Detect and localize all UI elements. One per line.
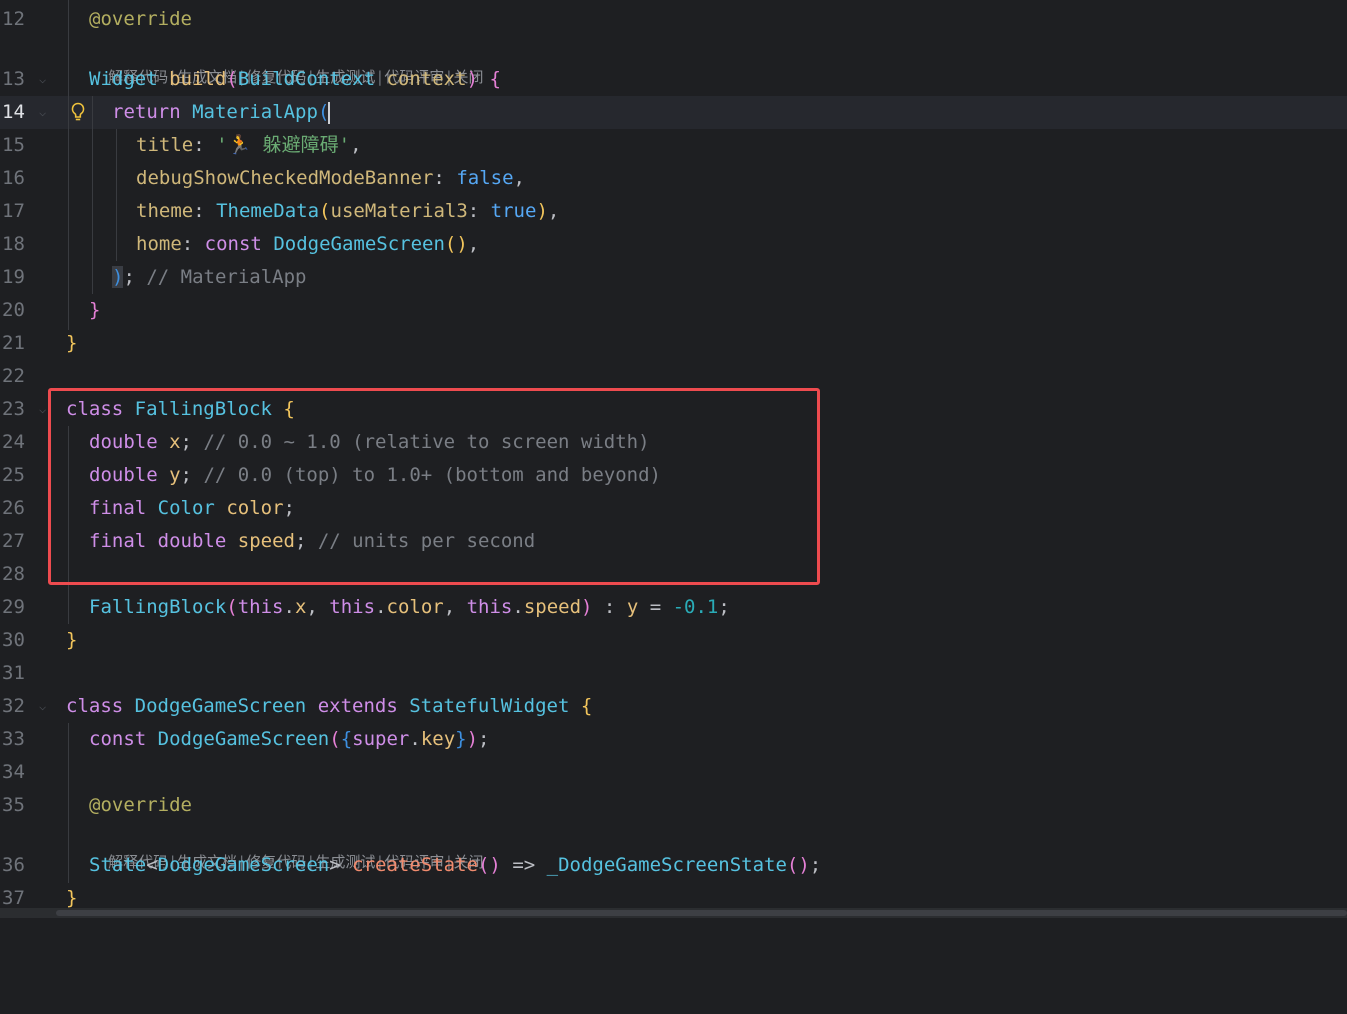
line-number: 17 bbox=[2, 200, 25, 222]
line-number: 22 bbox=[2, 365, 25, 387]
annotation: @override bbox=[89, 794, 192, 816]
line-number: 35 bbox=[2, 794, 25, 816]
text-caret bbox=[328, 101, 331, 124]
fold-chevron-icon[interactable]: ⌵ bbox=[39, 63, 53, 96]
code-editor[interactable]: 12 @override 解释代码 | 生成文档 | 修复代码 | 生成测试 | 代码评审 | 关闭… bbox=[0, 0, 1347, 918]
line-number: 18 bbox=[2, 233, 25, 255]
horizontal-scrollbar[interactable] bbox=[0, 908, 1347, 918]
annotation: @override bbox=[89, 8, 192, 30]
code-line-17[interactable]: 17 theme: ThemeData(useMaterial3: true), bbox=[0, 195, 1347, 228]
indent-guide bbox=[68, 723, 69, 883]
line-number: 23 bbox=[2, 398, 25, 420]
code-line-32[interactable]: 32 ⌵ class DodgeGameScreen extends State… bbox=[0, 690, 1347, 723]
line-number: 29 bbox=[2, 596, 25, 618]
line-number: 15 bbox=[2, 134, 25, 156]
code-line-30[interactable]: 30 } bbox=[0, 624, 1347, 657]
code-vision-hint[interactable]: 解释代码 | 生成文档 | 修复代码 | 生成测试 | 代码评审 | 关闭 bbox=[89, 37, 483, 86]
code-vision-hint[interactable]: 解释代码 | 生成文档 | 修复代码 | 生成测试 | 代码评审 | 关闭 bbox=[89, 822, 483, 871]
line-number: 16 bbox=[2, 167, 25, 189]
code-line-35[interactable]: 35 @override bbox=[0, 789, 1347, 822]
code-line-31[interactable]: 31 bbox=[0, 657, 1347, 690]
line-number: 25 bbox=[2, 464, 25, 486]
indent-guide bbox=[68, 0, 69, 330]
indent-guide bbox=[116, 129, 117, 261]
line-number: 26 bbox=[2, 497, 25, 519]
indent-guide bbox=[92, 96, 93, 294]
line-number: 30 bbox=[2, 629, 25, 651]
line-number: 27 bbox=[2, 530, 25, 552]
line-number: 20 bbox=[2, 299, 25, 321]
code-line-12[interactable]: 12 @override bbox=[0, 3, 1347, 36]
code-line-14[interactable]: 14 ⌵ return MaterialApp( bbox=[0, 96, 1347, 129]
line-number: 36 bbox=[2, 854, 25, 876]
code-line-21[interactable]: 21 } bbox=[0, 327, 1347, 360]
code-line-16[interactable]: 16 debugShowCheckedModeBanner: false, bbox=[0, 162, 1347, 195]
highlight-box bbox=[48, 388, 820, 585]
code-line-13[interactable]: 13 ⌵ Widget build(BuildContext context) … bbox=[0, 63, 1347, 96]
code-line-36[interactable]: 36 State<DodgeGameScreen> createState() … bbox=[0, 849, 1347, 882]
line-number: 34 bbox=[2, 761, 25, 783]
code-line-19[interactable]: 19 ); // MaterialApp bbox=[0, 261, 1347, 294]
fold-chevron-icon[interactable]: ⌵ bbox=[39, 690, 53, 723]
line-number: 21 bbox=[2, 332, 25, 354]
lightbulb-icon[interactable] bbox=[66, 100, 90, 124]
line-number: 28 bbox=[2, 563, 25, 585]
code-line-18[interactable]: 18 home: const DodgeGameScreen(), bbox=[0, 228, 1347, 261]
code-line-29[interactable]: 29 FallingBlock(this.x, this.color, this… bbox=[0, 591, 1347, 624]
line-number: 32 bbox=[2, 695, 25, 717]
line-number: 13 bbox=[2, 68, 25, 90]
line-number: 12 bbox=[2, 8, 25, 30]
code-line-15[interactable]: 15 title: '🏃 躲避障碍', bbox=[0, 129, 1347, 162]
line-number: 33 bbox=[2, 728, 25, 750]
line-number: 24 bbox=[2, 431, 25, 453]
line-number: 31 bbox=[2, 662, 25, 684]
code-line-33[interactable]: 33 const DodgeGameScreen({super.key}); bbox=[0, 723, 1347, 756]
code-line-34[interactable]: 34 bbox=[0, 756, 1347, 789]
line-number: 19 bbox=[2, 266, 25, 288]
code-line-20[interactable]: 20 } bbox=[0, 294, 1347, 327]
line-number: 14 bbox=[2, 101, 25, 123]
scrollbar-thumb[interactable] bbox=[56, 910, 1347, 916]
fold-chevron-icon[interactable]: ⌵ bbox=[39, 96, 53, 129]
